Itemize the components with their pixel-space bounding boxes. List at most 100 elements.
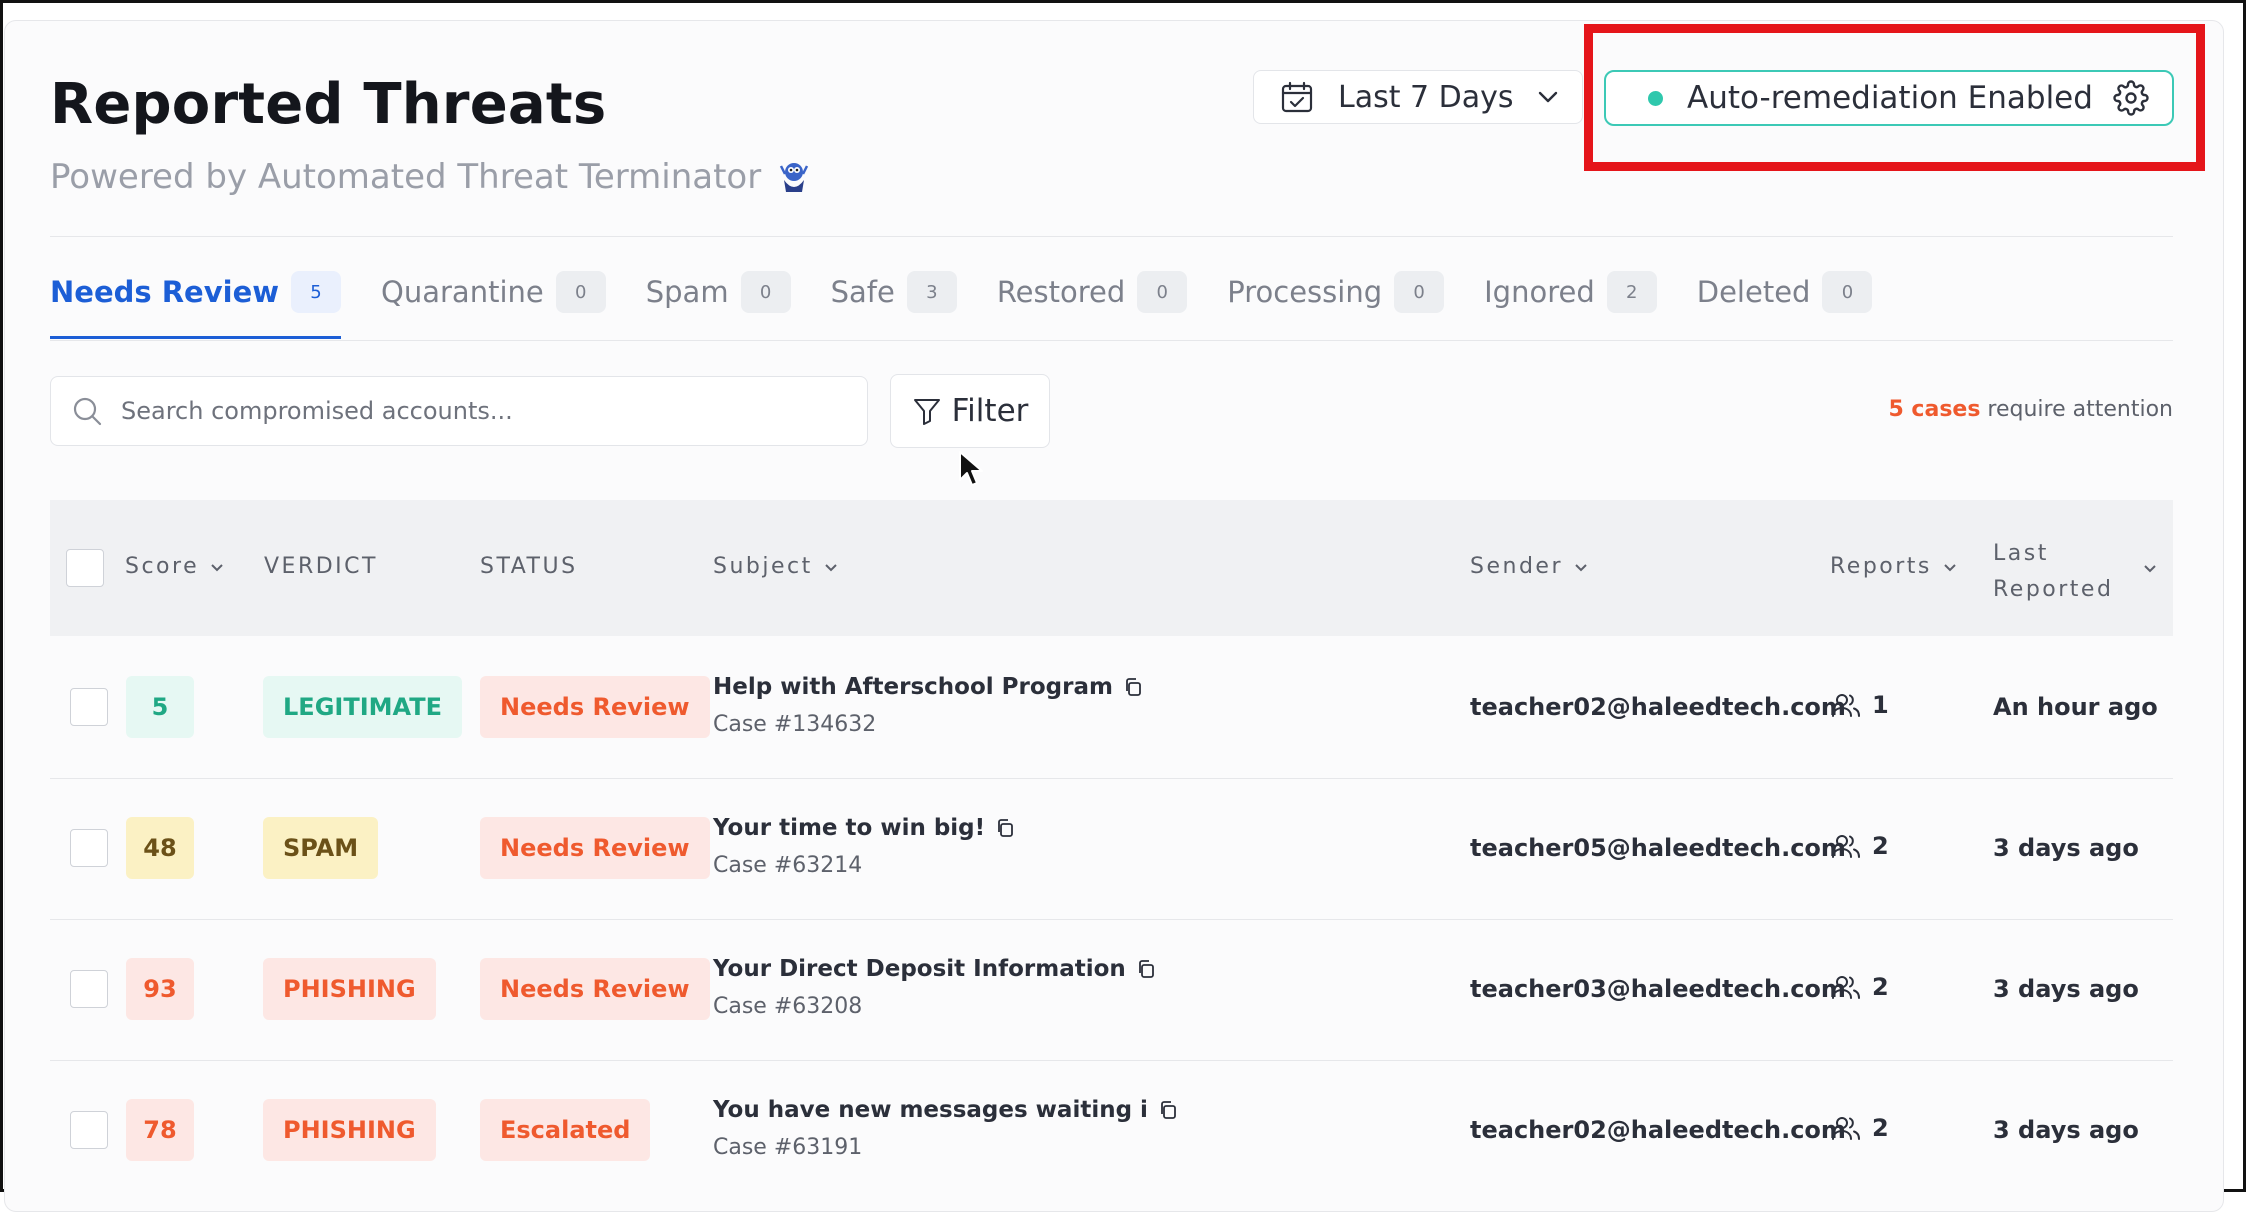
- date-range-label: Last 7 Days: [1338, 79, 1514, 115]
- status-dot: [1648, 90, 1663, 106]
- copy-icon[interactable]: [1123, 677, 1143, 697]
- page-title: Reported Threats: [50, 72, 607, 137]
- select-all-checkbox[interactable]: [66, 549, 104, 587]
- tab-deleted[interactable]: Deleted 0: [1697, 270, 1873, 314]
- copy-icon[interactable]: [1158, 1100, 1178, 1120]
- chevron-down-icon: [825, 563, 837, 571]
- tab-count-badge: 0: [1822, 271, 1873, 313]
- score-badge: 78: [126, 1099, 194, 1161]
- score-badge: 48: [126, 817, 194, 879]
- tab-label: Needs Review: [50, 275, 280, 309]
- sender-email: teacher02@haleedtech.com: [1470, 693, 1846, 721]
- column-header-score[interactable]: Score: [125, 554, 225, 579]
- tab-count-badge: 2: [1606, 271, 1657, 313]
- reports-value: 2: [1872, 973, 1889, 1001]
- reports-count: 1: [1830, 689, 1889, 721]
- column-header-label: Subject: [713, 554, 813, 579]
- tab-count-badge: 0: [555, 271, 606, 313]
- tab-count-badge: 0: [740, 271, 791, 313]
- tab-safe[interactable]: Safe 3: [831, 270, 957, 314]
- mascot-icon: [780, 163, 809, 192]
- row-checkbox[interactable]: [70, 970, 108, 1008]
- tab-label: Spam: [645, 275, 729, 309]
- status-badge: Needs Review: [480, 676, 710, 738]
- users-icon: [1832, 1117, 1860, 1140]
- table-row[interactable]: 48 SPAM Needs Review Your time to win bi…: [50, 778, 2173, 920]
- sender-email: teacher05@haleedtech.com: [1470, 834, 1846, 862]
- tab-count-badge: 0: [1394, 271, 1445, 313]
- subject-cell[interactable]: You have new messages waiting i: [713, 1097, 1178, 1123]
- verdict-badge: PHISHING: [263, 1099, 436, 1161]
- copy-icon[interactable]: [995, 818, 1015, 838]
- row-checkbox[interactable]: [70, 688, 108, 726]
- row-checkbox[interactable]: [70, 1111, 108, 1149]
- score-badge: 5: [126, 676, 194, 738]
- column-header-label: Sender: [1470, 554, 1563, 579]
- table-row[interactable]: 78 PHISHING Escalated You have new messa…: [50, 1060, 2173, 1201]
- subject-cell[interactable]: Your time to win big!: [713, 815, 1015, 841]
- status-tabs: Needs Review 5 Quarantine 0 Spam 0 Safe …: [50, 270, 1912, 340]
- gear-icon[interactable]: [2113, 80, 2149, 116]
- reports-count: 2: [1830, 830, 1889, 862]
- date-range-dropdown[interactable]: Last 7 Days: [1253, 70, 1583, 124]
- users-icon: [1832, 976, 1860, 999]
- tab-label: Processing: [1227, 275, 1383, 309]
- subtitle-text: Powered by Automated Threat Terminator: [50, 157, 762, 197]
- case-number: Case #63214: [713, 853, 863, 878]
- column-header-label: VERDICT: [264, 554, 378, 579]
- sender-email: teacher02@haleedtech.com: [1470, 1116, 1846, 1144]
- filter-button[interactable]: Filter: [890, 374, 1050, 448]
- tab-needs-review[interactable]: Needs Review 5: [50, 270, 342, 339]
- row-checkbox[interactable]: [70, 829, 108, 867]
- subject-text: Help with Afterschool Program: [713, 674, 1113, 700]
- filter-label: Filter: [951, 393, 1029, 429]
- column-header-reports[interactable]: Reports: [1830, 554, 1958, 579]
- reports-count: 2: [1830, 1112, 1889, 1144]
- last-reported: 3 days ago: [1993, 1116, 2139, 1144]
- case-number: Case #63191: [713, 1135, 863, 1160]
- table-row[interactable]: 5 LEGITIMATE Needs Review Help with Afte…: [50, 637, 2173, 779]
- tab-spam[interactable]: Spam 0: [646, 270, 791, 314]
- tab-label: Ignored: [1484, 275, 1595, 309]
- column-header-status: STATUS: [480, 554, 578, 579]
- auto-remediation-button[interactable]: Auto-remediation Enabled: [1604, 70, 2174, 126]
- table-row[interactable]: 93 PHISHING Needs Review Your Direct Dep…: [50, 919, 2173, 1061]
- column-header-subject[interactable]: Subject: [713, 554, 839, 579]
- subject-text: Your time to win big!: [713, 815, 986, 841]
- subject-text: Your Direct Deposit Information: [713, 956, 1126, 982]
- copy-icon[interactable]: [1136, 959, 1156, 979]
- status-badge: Escalated: [480, 1099, 651, 1161]
- chevron-down-icon[interactable]: [2142, 560, 2158, 576]
- column-header-sender[interactable]: Sender: [1470, 554, 1589, 579]
- users-icon: [1832, 835, 1860, 858]
- tab-label: Quarantine: [381, 275, 544, 309]
- search-input[interactable]: [119, 396, 823, 426]
- column-header-label: STATUS: [480, 554, 578, 579]
- tab-processing[interactable]: Processing 0: [1227, 270, 1445, 314]
- column-header-verdict: VERDICT: [264, 554, 378, 579]
- chevron-down-icon: [1944, 563, 1956, 571]
- last-reported: 3 days ago: [1993, 975, 2139, 1003]
- score-badge: 93: [126, 958, 194, 1020]
- tab-count-badge: 3: [906, 271, 957, 313]
- tabs-divider: [50, 340, 2173, 341]
- subject-cell[interactable]: Your Direct Deposit Information: [713, 956, 1156, 982]
- column-header-label: Last: [1993, 541, 2049, 566]
- chevron-down-icon: [1575, 563, 1587, 571]
- chevron-down-icon: [1538, 91, 1557, 103]
- tab-restored[interactable]: Restored 0: [996, 270, 1188, 314]
- status-badge: Needs Review: [480, 817, 710, 879]
- search-box[interactable]: [50, 376, 868, 446]
- page-subtitle: Powered by Automated Threat Terminator: [50, 157, 813, 197]
- tab-label: Restored: [996, 275, 1126, 309]
- tab-label: Deleted: [1696, 275, 1811, 309]
- tab-count-badge: 0: [1137, 271, 1188, 313]
- column-header-last-reported[interactable]: Last Reported: [1993, 536, 2113, 608]
- subject-cell[interactable]: Help with Afterschool Program: [713, 674, 1143, 700]
- tab-quarantine[interactable]: Quarantine 0: [381, 270, 606, 314]
- search-icon: [73, 397, 102, 426]
- reports-value: 2: [1872, 832, 1889, 860]
- reports-value: 1: [1872, 691, 1889, 719]
- tab-ignored[interactable]: Ignored 2: [1484, 270, 1657, 314]
- verdict-badge: LEGITIMATE: [263, 676, 462, 738]
